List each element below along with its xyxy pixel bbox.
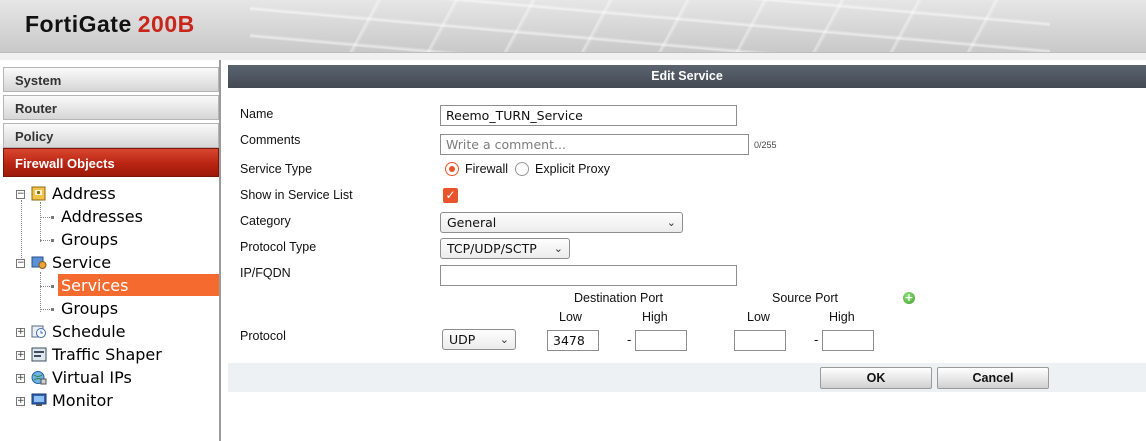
expand-monitor-toggle[interactable]: + bbox=[16, 397, 25, 406]
product-logo: FortiGate 200B bbox=[25, 11, 195, 38]
nav-router[interactable]: Router bbox=[3, 95, 219, 120]
expand-virtual-ips-toggle[interactable]: + bbox=[16, 374, 25, 383]
ok-button[interactable]: OK bbox=[820, 367, 932, 389]
category-label: Category bbox=[240, 214, 291, 228]
header-divider bbox=[0, 52, 1146, 60]
service-icon bbox=[31, 255, 47, 270]
leaf-bullet bbox=[51, 308, 54, 311]
protocol-type-label: Protocol Type bbox=[240, 240, 317, 254]
nav-system[interactable]: System bbox=[3, 67, 219, 92]
tree-connector bbox=[40, 202, 41, 242]
tree-item-service-groups[interactable]: Groups bbox=[61, 299, 118, 319]
monitor-icon bbox=[31, 393, 47, 408]
ip-fqdn-input[interactable] bbox=[440, 265, 737, 286]
collapse-address-toggle[interactable]: − bbox=[16, 190, 25, 199]
chevron-down-icon: ⌄ bbox=[666, 216, 676, 229]
leaf-bullet bbox=[51, 285, 54, 288]
category-value: General bbox=[447, 215, 497, 230]
tree-item-schedule[interactable]: Schedule bbox=[52, 322, 126, 342]
edit-service-panel: Edit Service Name Reemo_TURN_Service Com… bbox=[228, 60, 1146, 441]
tree-item-monitor[interactable]: Monitor bbox=[52, 391, 113, 411]
tree-connector bbox=[21, 200, 22, 260]
tree-item-virtual-ips[interactable]: Virtual IPs bbox=[52, 368, 132, 388]
firewall-radio[interactable] bbox=[445, 162, 459, 176]
comment-char-counter: 0/255 bbox=[754, 140, 777, 150]
src-port-range-separator: - bbox=[814, 332, 819, 347]
protocol-value: UDP bbox=[449, 332, 476, 347]
panel-title: Edit Service bbox=[228, 65, 1146, 88]
dst-port-range-separator: - bbox=[627, 332, 632, 347]
dst-low-header: Low bbox=[559, 310, 582, 324]
expand-schedule-toggle[interactable]: + bbox=[16, 328, 25, 337]
src-port-low-input[interactable] bbox=[734, 330, 786, 351]
destination-port-header: Destination Port bbox=[574, 291, 663, 305]
name-input[interactable]: Reemo_TURN_Service bbox=[440, 105, 737, 126]
collapse-service-toggle[interactable]: − bbox=[16, 259, 25, 268]
nav-policy[interactable]: Policy bbox=[3, 123, 219, 148]
tree-item-address[interactable]: Address bbox=[52, 184, 116, 204]
comments-label: Comments bbox=[240, 133, 301, 147]
expand-traffic-shaper-toggle[interactable]: + bbox=[16, 351, 25, 360]
explicit-proxy-radio-label[interactable]: Explicit Proxy bbox=[535, 162, 610, 176]
protocol-select[interactable]: UDP ⌄ bbox=[442, 329, 516, 350]
source-port-header: Source Port bbox=[772, 291, 839, 305]
explicit-proxy-radio[interactable] bbox=[515, 162, 529, 176]
virtual-ip-globe-icon bbox=[31, 370, 47, 385]
src-high-header: High bbox=[829, 310, 855, 324]
name-label: Name bbox=[240, 107, 274, 121]
category-select[interactable]: General ⌄ bbox=[440, 212, 683, 233]
firewall-radio-label[interactable]: Firewall bbox=[465, 162, 508, 176]
tree-item-traffic-shaper[interactable]: Traffic Shaper bbox=[52, 345, 162, 365]
brand-name: FortiGate bbox=[25, 11, 132, 37]
show-in-list-checkbox[interactable]: ✓ bbox=[443, 188, 458, 203]
dst-port-low-input[interactable]: 3478 bbox=[547, 330, 599, 351]
dst-high-header: High bbox=[642, 310, 668, 324]
tree-connector bbox=[40, 272, 41, 312]
nav-firewall-objects[interactable]: Firewall Objects bbox=[3, 148, 219, 177]
tree-item-services[interactable]: Services bbox=[61, 276, 128, 296]
traffic-shaper-icon bbox=[31, 347, 47, 362]
leaf-bullet bbox=[51, 216, 54, 219]
leaf-bullet bbox=[51, 239, 54, 242]
tree-item-addresses[interactable]: Addresses bbox=[61, 207, 143, 227]
protocol-label: Protocol bbox=[240, 329, 286, 343]
protocol-type-value: TCP/UDP/SCTP bbox=[447, 241, 537, 256]
src-port-high-input[interactable] bbox=[822, 330, 874, 351]
ip-fqdn-label: IP/FQDN bbox=[240, 266, 291, 280]
dst-port-high-input[interactable] bbox=[635, 330, 687, 351]
form-footer: OK Cancel bbox=[228, 363, 1146, 392]
header-decoration-lines bbox=[250, 0, 1050, 60]
tree-item-service[interactable]: Service bbox=[52, 253, 111, 273]
service-type-label: Service Type bbox=[240, 162, 313, 176]
add-row-icon[interactable]: + bbox=[903, 292, 915, 304]
schedule-clock-icon bbox=[31, 324, 47, 339]
show-in-list-label: Show in Service List bbox=[240, 188, 353, 202]
address-book-icon bbox=[31, 186, 47, 201]
chevron-down-icon: ⌄ bbox=[499, 333, 509, 346]
protocol-type-select[interactable]: TCP/UDP/SCTP ⌄ bbox=[440, 238, 570, 259]
app-header: FortiGate 200B bbox=[0, 0, 1146, 60]
comments-input[interactable]: Write a comment... bbox=[440, 134, 749, 155]
cancel-button[interactable]: Cancel bbox=[937, 367, 1049, 389]
chevron-down-icon: ⌄ bbox=[553, 242, 563, 255]
model-name: 200B bbox=[137, 11, 195, 37]
tree-item-address-groups[interactable]: Groups bbox=[61, 230, 118, 250]
src-low-header: Low bbox=[747, 310, 770, 324]
